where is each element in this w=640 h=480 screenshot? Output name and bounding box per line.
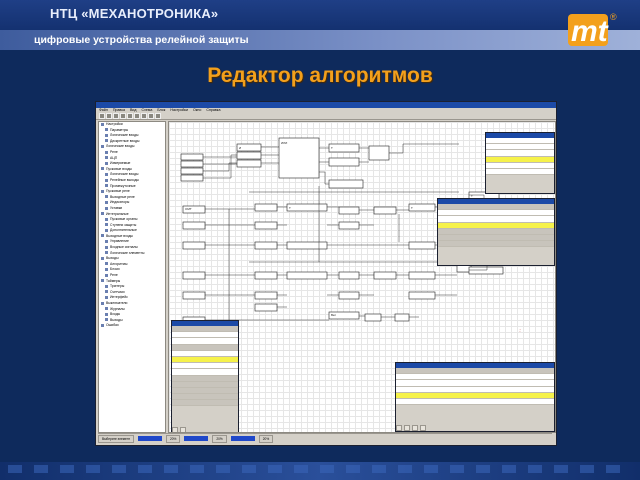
values-row[interactable]: [396, 398, 554, 406]
zoom-icon[interactable]: [155, 113, 161, 119]
footer-decor: [8, 465, 22, 473]
footer-decor: [164, 465, 178, 473]
library-panel: [171, 320, 239, 432]
status-progress-b: 20%: [212, 434, 227, 443]
tree-item[interactable]: Ошибки: [99, 323, 165, 329]
menu-help[interactable]: Справка: [206, 108, 220, 113]
svg-text:Вкл: Вкл: [331, 313, 336, 317]
slide-title: Редактор алгоритмов: [207, 64, 433, 87]
library-group[interactable]: [172, 400, 238, 407]
company-logo: mt ®: [568, 12, 617, 48]
svg-text:Т: Т: [411, 206, 413, 210]
footer-decor: [112, 465, 126, 473]
values-panel: [395, 362, 555, 432]
signals-group-row[interactable]: [438, 241, 554, 248]
status-ready: Выберите элемент: [98, 434, 134, 443]
svg-text:Т: Т: [331, 146, 333, 150]
status-bar: Выберите элемент 20% 20% 20%: [98, 433, 552, 443]
open-icon[interactable]: [106, 113, 112, 119]
footer-decor: [346, 465, 360, 473]
footer-decor: [320, 465, 334, 473]
values-tab[interactable]: [404, 425, 410, 431]
svg-text:Т: Т: [289, 206, 291, 210]
footer-decor: [294, 465, 308, 473]
menu-settings[interactable]: Настройки: [170, 108, 188, 113]
footer-decor: [60, 465, 74, 473]
undo-icon[interactable]: [141, 113, 147, 119]
footer-decor: [424, 465, 438, 473]
progress-bar-c: [230, 436, 255, 441]
footer-decor: [242, 465, 256, 473]
footer-decor: [216, 465, 230, 473]
toolbar: [96, 113, 556, 120]
menu-window[interactable]: Окно: [193, 108, 201, 113]
property-row[interactable]: [486, 168, 554, 176]
registered-mark: ®: [610, 12, 617, 22]
footer-decor: [398, 465, 412, 473]
properties-panel: [485, 132, 555, 194]
copy-icon[interactable]: [127, 113, 133, 119]
svg-text:ОМТ: ОМТ: [185, 207, 192, 211]
footer-decor: [528, 465, 542, 473]
values-tab[interactable]: [396, 425, 402, 431]
new-icon[interactable]: [99, 113, 105, 119]
footer-decor: [86, 465, 100, 473]
footer-decor: [34, 465, 48, 473]
footer-decor: [580, 465, 594, 473]
svg-text:↑↓: ↑↓: [518, 329, 522, 333]
svg-text:ИЛИ: ИЛИ: [281, 141, 287, 145]
values-tab[interactable]: [412, 425, 418, 431]
cut-icon[interactable]: [120, 113, 126, 119]
footer-decor: [502, 465, 516, 473]
footer-decor: [190, 465, 204, 473]
algorithm-editor-window: Файл Правка Вид Схема Блок Настройки Окн…: [95, 101, 557, 446]
logo-letters: mt: [571, 15, 610, 48]
footer-decor: [372, 465, 386, 473]
company-subtitle: цифровые устройства релейной защиты: [34, 34, 249, 46]
save-icon[interactable]: [113, 113, 119, 119]
status-progress-c: 20%: [258, 434, 274, 443]
footer-decor: [268, 465, 282, 473]
progress-bar-b: [184, 436, 209, 441]
footer-decor: [606, 465, 620, 473]
footer-decor: [554, 465, 568, 473]
footer-decor: [450, 465, 464, 473]
signals-panel: [437, 198, 555, 266]
values-tabs: [396, 425, 554, 431]
redo-icon[interactable]: [148, 113, 154, 119]
footer-decor: [476, 465, 490, 473]
status-progress-a: 20%: [166, 434, 181, 443]
scheme-canvas[interactable]: ИИЛИТ ОМТТТ &ВклТ ↑↓: [168, 121, 556, 433]
svg-text:И: И: [239, 146, 241, 150]
footer-decor: [138, 465, 152, 473]
element-tree[interactable]: Настройки Параметры Логические входы Дискре…: [98, 121, 166, 433]
progress-bar-a: [138, 436, 162, 441]
footer-band: [0, 462, 640, 480]
company-name: НТЦ «МЕХАНОТРОНИКА»: [50, 6, 219, 21]
paste-icon[interactable]: [134, 113, 140, 119]
values-tab[interactable]: [420, 425, 426, 431]
